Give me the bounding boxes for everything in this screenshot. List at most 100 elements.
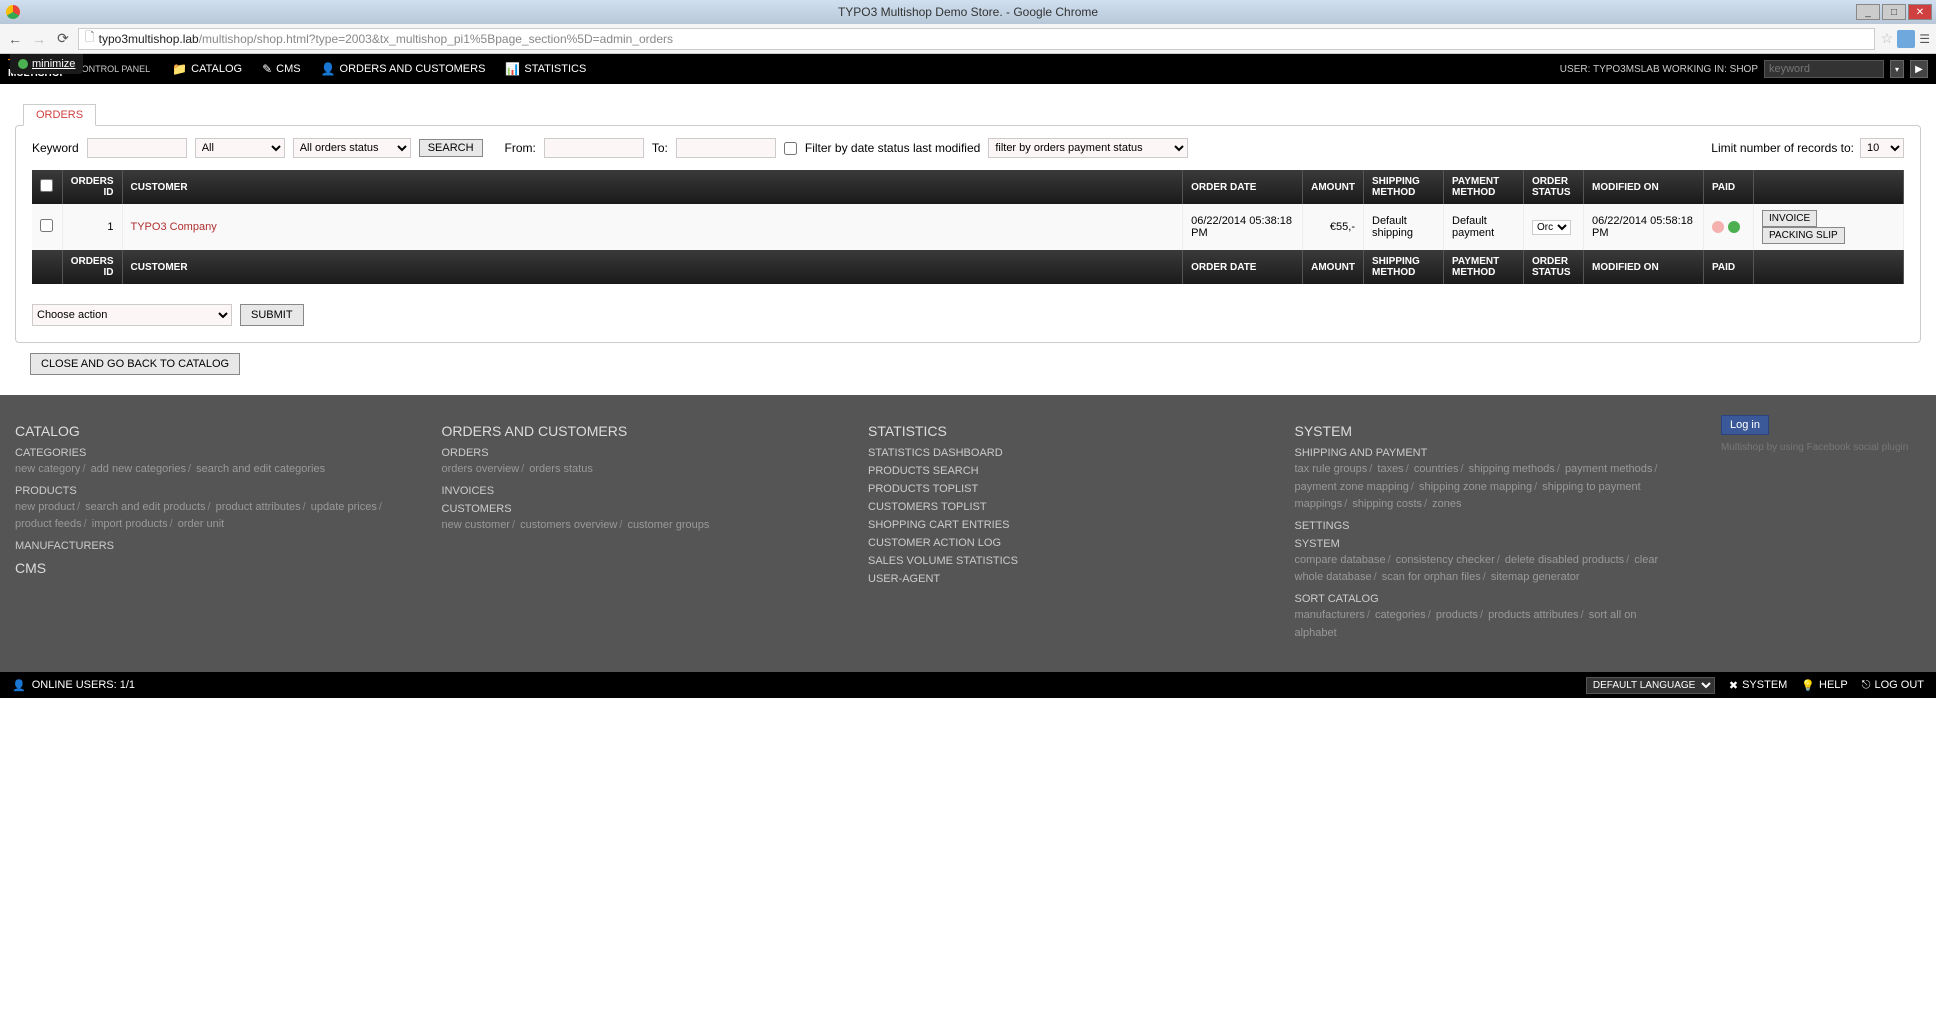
footer-link[interactable]: delete disabled products xyxy=(1505,554,1624,566)
footer-link[interactable]: orders overview xyxy=(442,463,520,475)
footer-customers[interactable]: CUSTOMERS xyxy=(442,503,829,515)
footer-link[interactable]: countries xyxy=(1414,463,1459,475)
footer-link[interactable]: import products xyxy=(92,518,168,530)
col-orders-id[interactable]: ORDERS ID xyxy=(62,170,122,204)
footer-settings[interactable]: SETTINGS xyxy=(1295,520,1682,532)
footer-products[interactable]: PRODUCTS xyxy=(15,485,402,497)
type-select[interactable]: All xyxy=(195,138,285,158)
footer-link[interactable]: tax rule groups xyxy=(1295,463,1368,475)
language-select[interactable]: DEFAULT LANGUAGE xyxy=(1586,677,1715,694)
footer-link[interactable]: PRODUCTS SEARCH xyxy=(868,465,1255,477)
bb-help[interactable]: 💡HELP xyxy=(1801,679,1847,692)
footer-shipping-payment[interactable]: SHIPPING AND PAYMENT xyxy=(1295,447,1682,459)
select-all-checkbox[interactable] xyxy=(40,179,53,192)
footer-link[interactable]: search and edit categories xyxy=(196,463,325,475)
keyword-input[interactable] xyxy=(87,138,187,158)
col-shipping[interactable]: SHIPPING METHOD xyxy=(1364,170,1444,204)
footer-link[interactable]: CUSTOMER ACTION LOG xyxy=(868,537,1255,549)
nav-statistics[interactable]: 📊STATISTICS xyxy=(495,62,596,76)
footer-link[interactable]: sitemap generator xyxy=(1491,571,1580,583)
packing-slip-button[interactable]: PACKING SLIP xyxy=(1762,227,1845,244)
footer-categories[interactable]: CATEGORIES xyxy=(15,447,402,459)
footer-link[interactable]: categories xyxy=(1375,609,1426,621)
footer-link[interactable]: orders status xyxy=(529,463,593,475)
footer-link[interactable]: customer groups xyxy=(627,519,709,531)
footer-link[interactable]: STATISTICS DASHBOARD xyxy=(868,447,1255,459)
fb-login-button[interactable]: Log in xyxy=(1721,415,1769,435)
nav-catalog[interactable]: 📁CATALOG xyxy=(162,62,252,76)
footer-link[interactable]: zones xyxy=(1432,498,1461,510)
footer-link[interactable]: SALES VOLUME STATISTICS xyxy=(868,555,1255,567)
footer-link[interactable]: new customer xyxy=(442,519,510,531)
extension-icon[interactable] xyxy=(1897,30,1915,48)
minimize-tab[interactable]: minimize xyxy=(10,54,83,74)
back-button[interactable]: ← xyxy=(6,30,24,48)
footer-link[interactable]: products xyxy=(1436,609,1478,621)
forward-button[interactable]: → xyxy=(30,30,48,48)
filter-date-checkbox[interactable] xyxy=(784,142,797,155)
search-go-button[interactable]: ▶ xyxy=(1910,60,1928,78)
footer-link[interactable]: new category xyxy=(15,463,80,475)
footer-link[interactable]: SHOPPING CART ENTRIES xyxy=(868,519,1255,531)
footer-link[interactable]: scan for orphan files xyxy=(1382,571,1481,583)
status-select[interactable]: All orders status xyxy=(293,138,411,158)
nav-cms[interactable]: ✎CMS xyxy=(252,62,311,76)
invoice-button[interactable]: INVOICE xyxy=(1762,210,1817,227)
top-search-input[interactable] xyxy=(1764,60,1884,78)
payment-status-select[interactable]: filter by orders payment status xyxy=(988,138,1188,158)
search-button[interactable]: SEARCH xyxy=(419,139,483,157)
bb-logout[interactable]: ⎋LOG OUT xyxy=(1862,679,1924,692)
footer-link[interactable]: payment methods xyxy=(1565,463,1652,475)
col-amount[interactable]: AMOUNT xyxy=(1303,170,1364,204)
footer-link[interactable]: shipping zone mapping xyxy=(1419,481,1532,493)
footer-link[interactable]: order unit xyxy=(178,518,224,530)
footer-system-sub[interactable]: SYSTEM xyxy=(1295,538,1682,550)
footer-link[interactable]: shipping costs xyxy=(1352,498,1422,510)
reload-button[interactable]: ⟳ xyxy=(54,30,72,48)
nav-orders-customers[interactable]: 👤ORDERS AND CUSTOMERS xyxy=(311,62,496,76)
footer-link[interactable]: shipping methods xyxy=(1469,463,1555,475)
customer-link[interactable]: TYPO3 Company xyxy=(131,221,217,233)
minimize-window[interactable]: _ xyxy=(1856,4,1880,20)
footer-link[interactable]: product attributes xyxy=(216,501,301,513)
bookmark-icon[interactable]: ☆ xyxy=(1881,30,1894,47)
to-input[interactable] xyxy=(676,138,776,158)
footer-link[interactable]: USER-AGENT xyxy=(868,573,1255,585)
col-paid[interactable]: PAID xyxy=(1704,170,1754,204)
footer-link[interactable]: taxes xyxy=(1377,463,1403,475)
footer-link[interactable]: CUSTOMERS TOPLIST xyxy=(868,501,1255,513)
row-status-select[interactable]: Orc xyxy=(1532,220,1571,235)
bulk-action-select[interactable]: Choose action xyxy=(32,304,232,326)
orders-tab[interactable]: ORDERS xyxy=(23,104,96,126)
close-back-button[interactable]: CLOSE AND GO BACK TO CATALOG xyxy=(30,353,240,375)
col-order-status[interactable]: ORDER STATUS xyxy=(1524,170,1584,204)
url-bar[interactable]: 🗋 typo3multishop.lab/multishop/shop.html… xyxy=(78,28,1875,50)
footer-link[interactable]: product feeds xyxy=(15,518,82,530)
footer-link[interactable]: consistency checker xyxy=(1396,554,1495,566)
from-input[interactable] xyxy=(544,138,644,158)
col-customer[interactable]: CUSTOMER xyxy=(122,170,1183,204)
footer-link[interactable]: products attributes xyxy=(1488,609,1579,621)
col-modified[interactable]: MODIFIED ON xyxy=(1584,170,1704,204)
close-window[interactable]: ✕ xyxy=(1908,4,1932,20)
footer-manufacturers[interactable]: MANUFACTURERS xyxy=(15,540,402,552)
footer-invoices[interactable]: INVOICES xyxy=(442,485,829,497)
limit-select[interactable]: 10 xyxy=(1860,138,1904,158)
footer-link[interactable]: manufacturers xyxy=(1295,609,1365,621)
col-payment[interactable]: PAYMENT METHOD xyxy=(1444,170,1524,204)
footer-link[interactable]: new product xyxy=(15,501,75,513)
footer-link[interactable]: update prices xyxy=(311,501,377,513)
maximize-window[interactable]: □ xyxy=(1882,4,1906,20)
menu-icon[interactable]: ☰ xyxy=(1919,32,1930,46)
search-dropdown[interactable]: ▾ xyxy=(1890,60,1904,78)
footer-orders-section[interactable]: ORDERS xyxy=(442,447,829,459)
footer-link[interactable]: add new categories xyxy=(91,463,186,475)
footer-link[interactable]: payment zone mapping xyxy=(1295,481,1409,493)
footer-link[interactable]: PRODUCTS TOPLIST xyxy=(868,483,1255,495)
footer-link[interactable]: compare database xyxy=(1295,554,1386,566)
row-checkbox[interactable] xyxy=(40,219,53,232)
bulk-submit-button[interactable]: SUBMIT xyxy=(240,304,304,326)
footer-link[interactable]: customers overview xyxy=(520,519,617,531)
bb-system[interactable]: ✖SYSTEM xyxy=(1729,679,1787,692)
footer-sort-catalog[interactable]: SORT CATALOG xyxy=(1295,593,1682,605)
